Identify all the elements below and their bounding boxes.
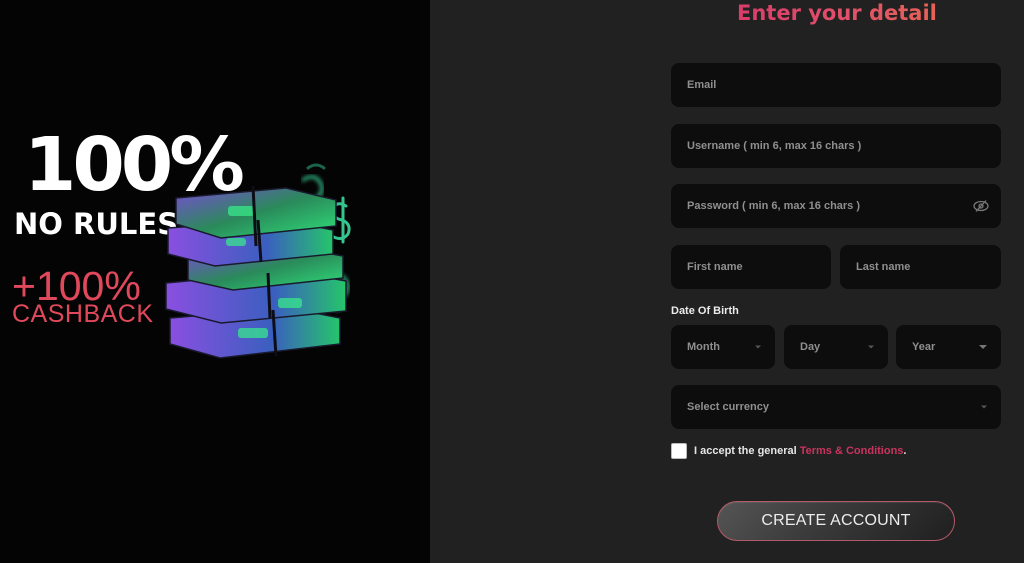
email-placeholder: Email — [687, 79, 717, 91]
dob-label: Date Of Birth — [671, 305, 739, 317]
promo-bonus-label: CASHBACK — [12, 300, 154, 328]
first-name-placeholder: First name — [687, 261, 743, 273]
terms-row: I accept the general Terms & Conditions … — [671, 443, 906, 459]
chevron-down-icon — [979, 345, 987, 349]
form-title: Enter your details — [737, 1, 950, 25]
money-stack-icon — [165, 163, 351, 359]
password-field[interactable]: Password ( min 6, max 16 chars ) — [671, 184, 1001, 228]
first-name-field[interactable]: First name — [671, 245, 831, 289]
password-placeholder: Password ( min 6, max 16 chars ) — [687, 200, 861, 212]
day-select-value: Day — [800, 341, 821, 353]
create-account-button[interactable]: CREATE ACCOUNT — [717, 501, 955, 541]
terms-suffix: . — [903, 445, 907, 457]
promo-banner: 100% NO RULES +100% CASHBACK — [0, 0, 430, 563]
email-field[interactable]: Email — [671, 63, 1001, 107]
currency-select[interactable]: Select currency — [671, 385, 1001, 429]
month-select[interactable]: Month — [671, 325, 775, 369]
terms-link[interactable]: Terms & Conditions — [800, 445, 904, 457]
terms-text: I accept the general — [694, 445, 797, 457]
chevron-down-icon — [868, 345, 874, 349]
chevron-down-icon — [755, 345, 761, 349]
last-name-field[interactable]: Last name — [840, 245, 1001, 289]
eye-slash-icon[interactable] — [973, 199, 989, 213]
year-select[interactable]: Year — [896, 325, 1001, 369]
day-select[interactable]: Day — [784, 325, 888, 369]
username-placeholder: Username ( min 6, max 16 chars ) — [687, 140, 862, 152]
terms-checkbox[interactable] — [671, 443, 687, 459]
chevron-down-icon — [981, 405, 987, 409]
promo-subheadline: NO RULES — [14, 207, 179, 241]
currency-select-value: Select currency — [687, 401, 769, 413]
month-select-value: Month — [687, 341, 720, 353]
year-select-value: Year — [912, 341, 936, 353]
last-name-placeholder: Last name — [856, 261, 911, 273]
username-field[interactable]: Username ( min 6, max 16 chars ) — [671, 124, 1001, 168]
